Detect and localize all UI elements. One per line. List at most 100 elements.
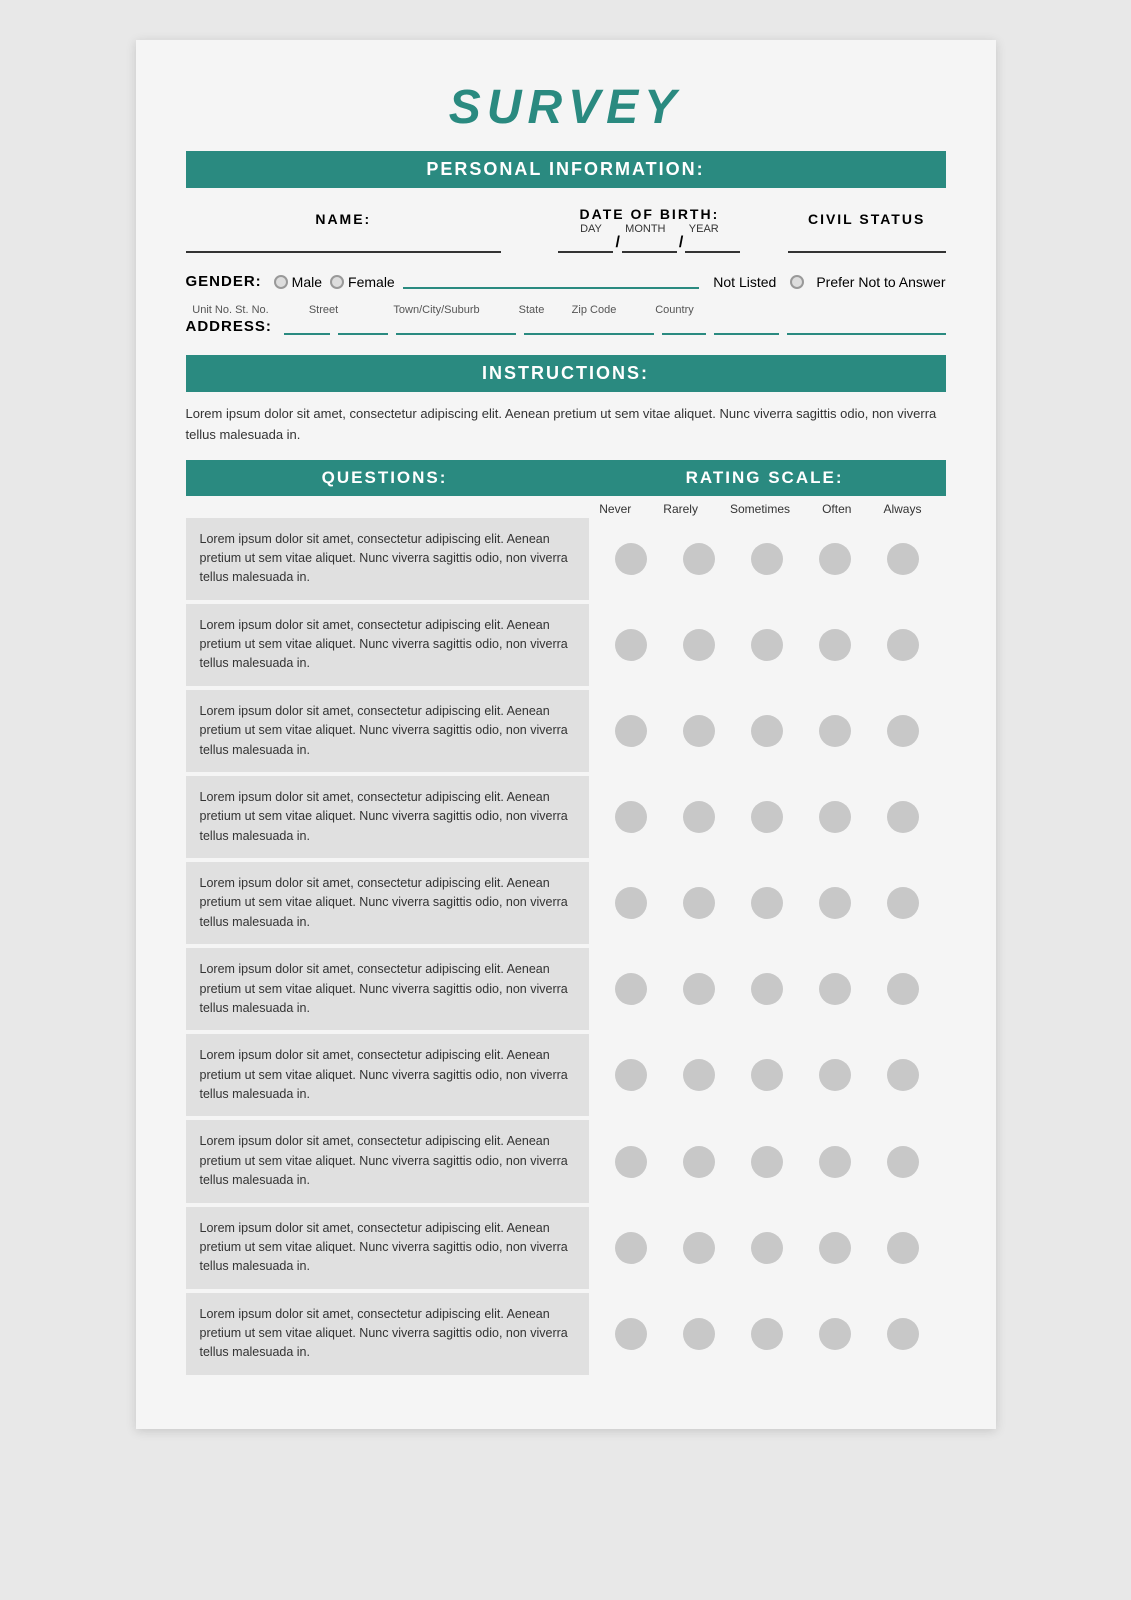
rating-dot-3-0[interactable]: [615, 801, 647, 833]
rating-dot-1-0[interactable]: [615, 629, 647, 661]
rating-dot-4-2[interactable]: [751, 887, 783, 919]
dob-day-input[interactable]: [558, 235, 613, 253]
rating-always: Always: [883, 502, 921, 516]
rating-dot-8-0[interactable]: [615, 1232, 647, 1264]
instructions-header: INSTRUCTIONS:: [186, 355, 946, 392]
addr-col-street: Street: [284, 304, 364, 316]
rating-dot-1-2[interactable]: [751, 629, 783, 661]
rating-row-4: [589, 862, 946, 948]
gender-other-input[interactable]: [403, 275, 700, 289]
rating-dot-2-1[interactable]: [683, 715, 715, 747]
rating-dot-1-3[interactable]: [819, 629, 851, 661]
rating-dot-6-0[interactable]: [615, 1059, 647, 1091]
rating-dot-5-4[interactable]: [887, 973, 919, 1005]
questions-rating-container: QUESTIONS: RATING SCALE: Never Rarely So…: [186, 460, 946, 1379]
female-label: Female: [348, 274, 395, 290]
addr-col-state: State: [510, 304, 554, 316]
rating-dot-6-2[interactable]: [751, 1059, 783, 1091]
rating-dot-7-0[interactable]: [615, 1146, 647, 1178]
prefer-not-radio[interactable]: [790, 275, 804, 289]
rating-dot-6-1[interactable]: [683, 1059, 715, 1091]
question-row-8: Lorem ipsum dolor sit amet, consectetur …: [186, 1207, 946, 1293]
question-row-7: Lorem ipsum dolor sit amet, consectetur …: [186, 1120, 946, 1206]
rating-dot-9-3[interactable]: [819, 1318, 851, 1350]
dob-month-input[interactable]: [622, 235, 677, 253]
rating-dot-5-1[interactable]: [683, 973, 715, 1005]
rating-dot-3-3[interactable]: [819, 801, 851, 833]
dob-year-label: YEAR: [689, 223, 719, 235]
addr-country-input[interactable]: [787, 319, 946, 335]
rating-dot-8-1[interactable]: [683, 1232, 715, 1264]
addr-state-input[interactable]: [662, 319, 706, 335]
dob-month-label: MONTH: [625, 223, 665, 235]
question-row-5: Lorem ipsum dolor sit amet, consectetur …: [186, 948, 946, 1034]
rating-dot-6-3[interactable]: [819, 1059, 851, 1091]
rating-labels-row: Never Rarely Sometimes Often Always: [186, 496, 946, 518]
rating-dot-5-2[interactable]: [751, 973, 783, 1005]
rating-dot-4-3[interactable]: [819, 887, 851, 919]
gender-female-option[interactable]: Female: [330, 274, 395, 290]
gender-male-option[interactable]: Male: [274, 274, 322, 290]
rating-dot-1-1[interactable]: [683, 629, 715, 661]
rating-dot-3-1[interactable]: [683, 801, 715, 833]
addr-street-input[interactable]: [396, 319, 516, 335]
rating-dot-0-3[interactable]: [819, 543, 851, 575]
rating-dot-3-2[interactable]: [751, 801, 783, 833]
rating-dot-0-4[interactable]: [887, 543, 919, 575]
male-radio[interactable]: [274, 275, 288, 289]
addr-city-input[interactable]: [524, 319, 654, 335]
rating-dot-5-0[interactable]: [615, 973, 647, 1005]
rating-row-6: [589, 1034, 946, 1120]
rating-dot-7-2[interactable]: [751, 1146, 783, 1178]
rating-dot-7-1[interactable]: [683, 1146, 715, 1178]
question-text-3: Lorem ipsum dolor sit amet, consectetur …: [186, 776, 589, 862]
rating-dot-4-1[interactable]: [683, 887, 715, 919]
rating-dot-4-0[interactable]: [615, 887, 647, 919]
rating-dot-7-4[interactable]: [887, 1146, 919, 1178]
rating-dot-2-2[interactable]: [751, 715, 783, 747]
rating-dot-0-0[interactable]: [615, 543, 647, 575]
dob-year-input[interactable]: [685, 235, 740, 253]
rating-dot-2-4[interactable]: [887, 715, 919, 747]
rating-dot-1-4[interactable]: [887, 629, 919, 661]
addr-col-country: Country: [635, 304, 715, 316]
rating-dot-9-1[interactable]: [683, 1318, 715, 1350]
rating-dot-5-3[interactable]: [819, 973, 851, 1005]
gender-label: GENDER:: [186, 273, 262, 290]
rating-dot-8-3[interactable]: [819, 1232, 851, 1264]
female-radio[interactable]: [330, 275, 344, 289]
addr-col-unit: Unit No. St. No.: [186, 304, 276, 316]
rating-dot-0-2[interactable]: [751, 543, 783, 575]
name-input[interactable]: [186, 235, 502, 253]
rating-dot-3-4[interactable]: [887, 801, 919, 833]
rating-row-9: [589, 1293, 946, 1379]
rating-dot-4-4[interactable]: [887, 887, 919, 919]
dob-label: DATE OF BIRTH:: [531, 206, 768, 222]
civil-status-input[interactable]: [788, 235, 946, 253]
questions-header-cell: QUESTIONS:: [186, 460, 584, 496]
survey-title: SURVEY: [186, 80, 946, 135]
rating-dot-7-3[interactable]: [819, 1146, 851, 1178]
rating-dot-8-2[interactable]: [751, 1232, 783, 1264]
question-text-4: Lorem ipsum dolor sit amet, consectetur …: [186, 862, 589, 948]
pi-row1: NAME: DATE OF BIRTH: DAY MONTH YEAR /: [186, 200, 946, 255]
name-label: NAME:: [186, 211, 502, 227]
question-row-4: Lorem ipsum dolor sit amet, consectetur …: [186, 862, 946, 948]
rating-dot-9-4[interactable]: [887, 1318, 919, 1350]
rating-dot-9-0[interactable]: [615, 1318, 647, 1350]
rating-dot-8-4[interactable]: [887, 1232, 919, 1264]
addr-zip-input[interactable]: [714, 319, 779, 335]
question-row-2: Lorem ipsum dolor sit amet, consectetur …: [186, 690, 946, 776]
question-text-0: Lorem ipsum dolor sit amet, consectetur …: [186, 518, 589, 604]
rating-dot-6-4[interactable]: [887, 1059, 919, 1091]
rating-dot-0-1[interactable]: [683, 543, 715, 575]
rating-header: RATING SCALE:: [584, 460, 946, 496]
rating-dot-2-3[interactable]: [819, 715, 851, 747]
addr-stno-input[interactable]: [338, 319, 388, 335]
rating-header-cell: RATING SCALE:: [584, 460, 946, 496]
rating-row-2: [589, 690, 946, 776]
rating-dot-9-2[interactable]: [751, 1318, 783, 1350]
addr-unit-input[interactable]: [284, 319, 330, 335]
question-row-3: Lorem ipsum dolor sit amet, consectetur …: [186, 776, 946, 862]
rating-dot-2-0[interactable]: [615, 715, 647, 747]
